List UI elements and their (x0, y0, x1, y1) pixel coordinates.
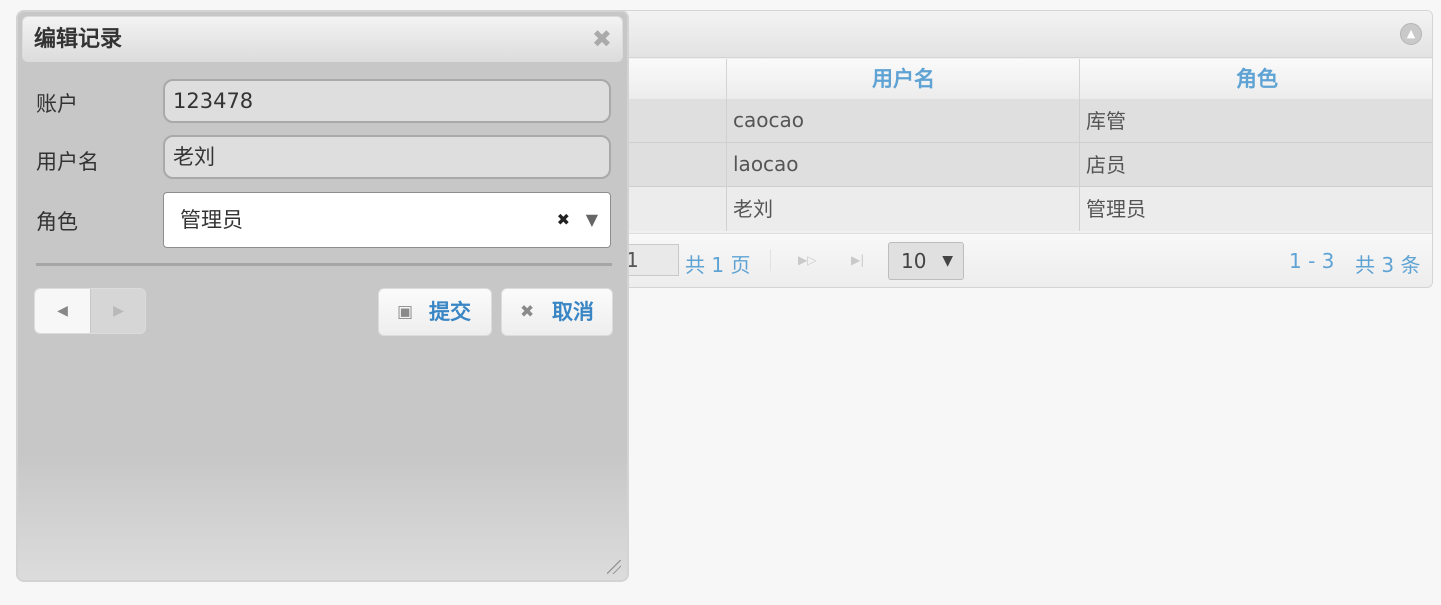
collapse-icon[interactable]: ▲ (1400, 23, 1422, 45)
record-range-label: 1 - 3 (1289, 249, 1335, 273)
username-field[interactable]: 老刘 (163, 135, 611, 179)
clear-icon[interactable]: ✖ (557, 193, 570, 247)
chevron-down-icon[interactable]: ▼ (586, 193, 598, 247)
dialog-titlebar[interactable]: 编辑记录 ✖ (22, 16, 623, 62)
account-field[interactable]: 123478 (163, 79, 611, 123)
cell-username: laocao (726, 143, 1080, 187)
save-icon: ▣ (397, 302, 414, 322)
dialog-title: 编辑记录 (34, 27, 123, 52)
close-icon[interactable]: ✖ (592, 25, 612, 53)
edit-record-dialog: 编辑记录 ✖ 账户 123478 用户名 老刘 角色 管理员 ✖ ▼ ◀ ▶ ▣… (16, 10, 629, 582)
next-page-icon[interactable]: ▶▷ (798, 253, 816, 267)
column-header-role[interactable]: 角色 (1079, 59, 1432, 99)
submit-button[interactable]: ▣ 提交 (378, 288, 492, 336)
divider (36, 263, 612, 266)
next-record-button[interactable]: ▶ (91, 289, 145, 333)
cell-username: caocao (726, 99, 1080, 143)
role-select-value: 管理员 (180, 208, 243, 232)
triangle-left-icon: ◀ (57, 303, 68, 319)
cell-role: 管理员 (1079, 187, 1432, 231)
cell-username: 老刘 (726, 187, 1080, 231)
cell-role: 店员 (1079, 143, 1432, 187)
column-header-username[interactable]: 用户名 (726, 59, 1080, 99)
page-size-value: 10 (901, 249, 927, 273)
username-label: 用户名 (36, 150, 99, 174)
cancel-button[interactable]: ✖ 取消 (501, 288, 613, 336)
total-pages-label: 共 1 页 (685, 253, 751, 277)
last-page-icon[interactable]: ▶| (851, 253, 864, 267)
total-records-label: 共 3 条 (1355, 253, 1421, 277)
cancel-button-label: 取消 (552, 300, 594, 324)
role-label: 角色 (36, 210, 78, 234)
chevron-down-icon: ▼ (942, 253, 953, 269)
submit-button-label: 提交 (429, 300, 471, 324)
page-size-select[interactable]: 10 ▼ (888, 242, 964, 280)
cell-role: 库管 (1079, 99, 1432, 143)
account-label: 账户 (36, 92, 78, 116)
close-icon: ✖ (520, 302, 535, 322)
prev-record-button[interactable]: ◀ (35, 289, 90, 333)
resize-handle[interactable] (607, 560, 621, 574)
role-select[interactable]: 管理员 ✖ ▼ (163, 192, 611, 248)
triangle-right-icon: ▶ (113, 303, 124, 319)
pager-separator (770, 249, 771, 271)
record-nav: ◀ ▶ (34, 288, 146, 334)
